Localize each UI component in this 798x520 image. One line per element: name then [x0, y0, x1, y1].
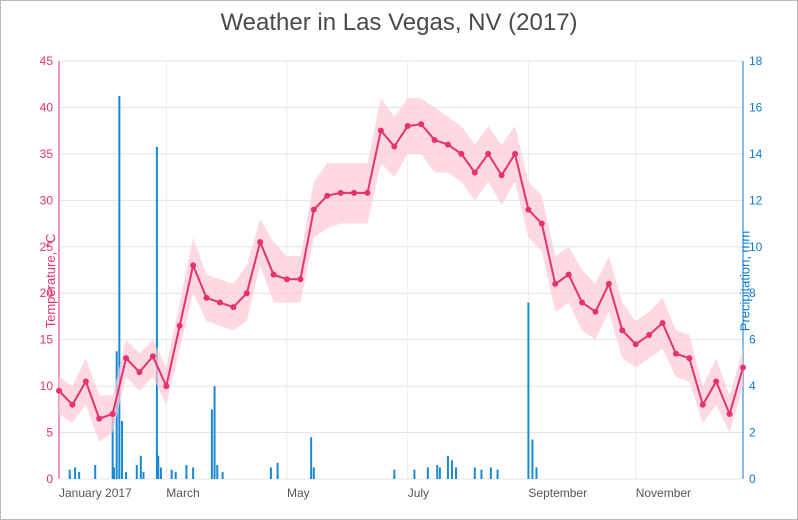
y-right-axis-label: Precipitation, mm: [737, 231, 752, 331]
svg-text:45: 45: [40, 54, 54, 68]
chart-title: Weather in Las Vegas, NV (2017): [1, 1, 797, 37]
svg-text:12: 12: [749, 193, 763, 207]
svg-text:2: 2: [749, 426, 756, 440]
chart-svg: 051015202530354045024681012141618January…: [1, 43, 798, 520]
svg-text:10: 10: [40, 379, 54, 393]
svg-text:5: 5: [46, 426, 53, 440]
svg-text:30: 30: [40, 193, 54, 207]
svg-text:40: 40: [40, 100, 54, 114]
svg-text:September: September: [528, 486, 587, 500]
svg-text:November: November: [636, 486, 691, 500]
svg-text:January 2017: January 2017: [59, 486, 132, 500]
svg-text:0: 0: [46, 472, 53, 486]
chart-frame: Weather in Las Vegas, NV (2017) Temperat…: [0, 0, 798, 520]
y-left-axis-label: Temperature, °C: [43, 234, 58, 329]
svg-text:14: 14: [749, 147, 763, 161]
plot-area: Temperature, °C Precipitation, mm 051015…: [1, 43, 797, 519]
svg-text:March: March: [166, 486, 199, 500]
svg-text:0: 0: [749, 472, 756, 486]
svg-text:16: 16: [749, 100, 763, 114]
svg-text:35: 35: [40, 147, 54, 161]
svg-text:6: 6: [749, 333, 756, 347]
svg-text:15: 15: [40, 333, 54, 347]
svg-text:May: May: [287, 486, 310, 500]
svg-text:July: July: [408, 486, 429, 500]
svg-text:4: 4: [749, 379, 756, 393]
svg-text:18: 18: [749, 54, 763, 68]
